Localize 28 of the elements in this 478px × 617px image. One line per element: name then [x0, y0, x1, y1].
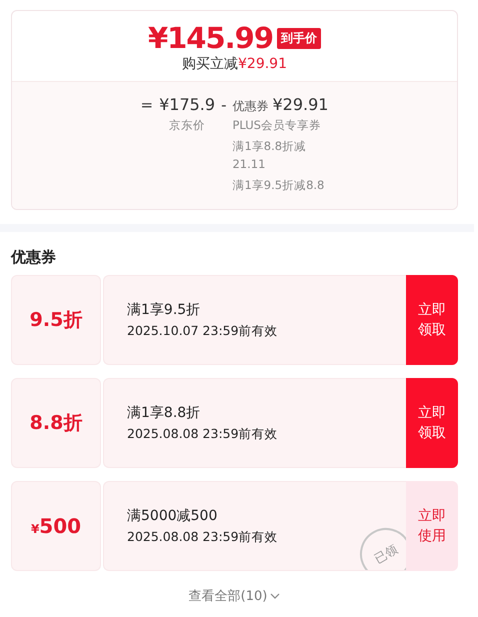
- coupon-condition: 满1享9.5折: [127, 300, 202, 318]
- coupon-value: 9.5折: [30, 308, 82, 333]
- coupon-label: 优惠券: [232, 98, 268, 115]
- equals-sign: =: [140, 95, 154, 116]
- base-price-label: 京东价: [168, 117, 206, 134]
- coupon-value: ¥500: [30, 514, 82, 538]
- coupon-validity: 2025.10.07 23:59前有效: [127, 322, 279, 340]
- coupon-validity: 2025.08.08 23:59前有效: [127, 528, 279, 546]
- coupon-condition: 满5000减500: [127, 506, 218, 524]
- coupon-action-button[interactable]: 立即领取: [406, 378, 458, 468]
- chevron-down-icon: [270, 593, 280, 599]
- section-title: 优惠券: [11, 247, 57, 268]
- coupon-detail: PLUS会员专享券: [232, 117, 322, 134]
- coupon-value: 8.8折: [30, 411, 82, 436]
- final-price: ¥145.99: [148, 21, 274, 55]
- view-all-link[interactable]: 查看全部(10): [188, 587, 268, 605]
- coupon-action-button[interactable]: 立即使用: [406, 481, 458, 571]
- coupon-action-button[interactable]: 立即领取: [406, 275, 458, 365]
- coupon-amount: ¥29.91: [272, 94, 328, 116]
- coupon-condition: 满1享8.8折: [127, 404, 202, 422]
- saving-amount: ¥29.91: [238, 56, 287, 72]
- coupon-validity: 2025.08.08 23:59前有效: [127, 426, 279, 442]
- coupon-detail: 满1享8.8折减21.11: [232, 138, 308, 173]
- price-tag: 到手价: [277, 28, 322, 48]
- saving-label: 购买立减: [182, 56, 238, 72]
- base-price: ¥175.9: [159, 94, 216, 116]
- minus-sign: -: [221, 95, 226, 116]
- coupon-detail: 满1享9.5折减8.8: [232, 177, 326, 194]
